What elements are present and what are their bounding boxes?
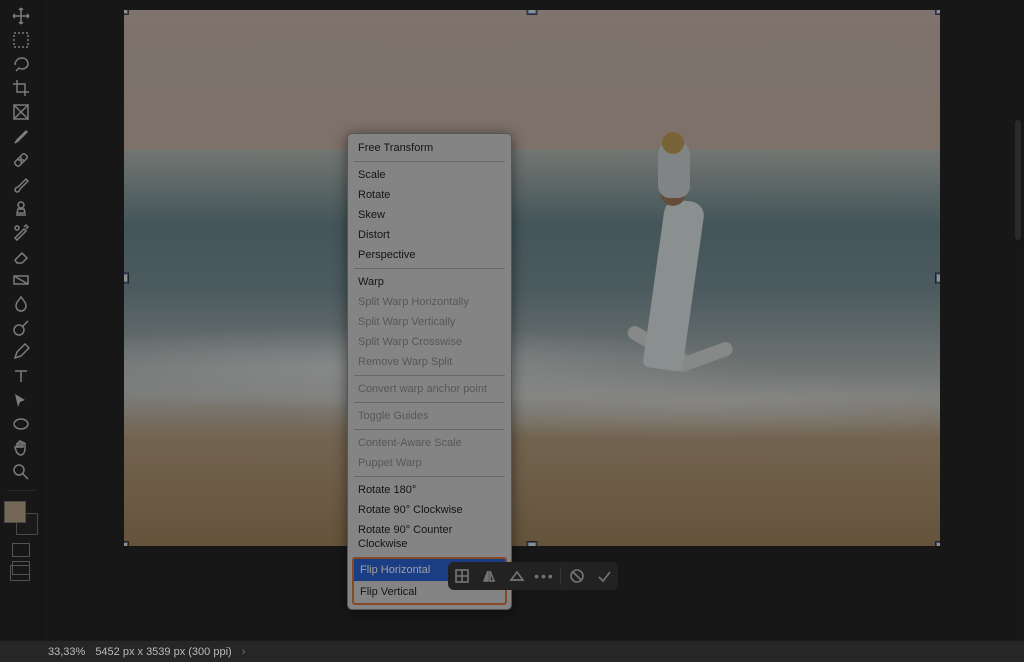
handle-top-right[interactable] <box>936 10 940 14</box>
menu-remove-warp-split: Remove Warp Split <box>348 352 511 372</box>
menu-split-warp-horizontally: Split Warp Horizontally <box>348 292 511 312</box>
handle-top-middle[interactable] <box>528 10 537 14</box>
quickmask-icon[interactable] <box>12 543 30 557</box>
menu-free-transform[interactable]: Free Transform <box>348 138 511 158</box>
warp-icon[interactable] <box>505 564 529 588</box>
handle-bottom-right[interactable] <box>936 542 940 546</box>
cancel-transform-icon[interactable] <box>565 564 589 588</box>
transform-bounding-box[interactable] <box>124 10 940 546</box>
gradient-tool[interactable] <box>6 268 36 292</box>
foreground-color-swatch[interactable] <box>4 501 26 523</box>
type-tool[interactable] <box>6 364 36 388</box>
menu-split-warp-vertically: Split Warp Vertically <box>348 312 511 332</box>
healing-tool[interactable] <box>6 148 36 172</box>
handle-bottom-left[interactable] <box>124 542 128 546</box>
more-options-icon[interactable]: ••• <box>532 564 556 588</box>
menu-scale[interactable]: Scale <box>348 165 511 185</box>
status-more-icon[interactable]: › <box>242 646 246 658</box>
history-brush-tool[interactable] <box>6 220 36 244</box>
lasso-tool[interactable] <box>6 52 36 76</box>
path-tool[interactable] <box>6 388 36 412</box>
marquee-tool[interactable] <box>6 28 36 52</box>
document-image <box>124 10 940 546</box>
commit-transform-icon[interactable] <box>592 564 616 588</box>
crop-tool[interactable] <box>6 76 36 100</box>
menu-rotate-180[interactable]: Rotate 180° <box>348 480 511 500</box>
zoom-level[interactable]: 33,33% <box>48 646 85 658</box>
frame-tool[interactable] <box>6 100 36 124</box>
flip-icon[interactable] <box>477 564 501 588</box>
reference-point-icon[interactable] <box>450 564 474 588</box>
status-bar: 33,33% 5452 px x 3539 px (300 ppi) › <box>0 640 1024 662</box>
menu-skew[interactable]: Skew <box>348 205 511 225</box>
stamp-tool[interactable] <box>6 196 36 220</box>
menu-rotate-90-clockwise[interactable]: Rotate 90° Clockwise <box>348 500 511 520</box>
eyedropper-tool[interactable] <box>6 124 36 148</box>
handle-bottom-middle[interactable] <box>528 542 537 546</box>
menu-perspective[interactable]: Perspective <box>348 245 511 265</box>
menu-convert-warp-anchor-point: Convert warp anchor point <box>348 379 511 399</box>
brush-tool[interactable] <box>6 172 36 196</box>
blur-tool[interactable] <box>6 292 36 316</box>
zoom-tool[interactable] <box>6 460 36 484</box>
menu-distort[interactable]: Distort <box>348 225 511 245</box>
document-dimensions: 5452 px x 3539 px (300 ppi) <box>95 646 231 658</box>
ellipse-tool[interactable] <box>6 412 36 436</box>
menu-content-aware-scale: Content-Aware Scale <box>348 433 511 453</box>
hand-tool[interactable] <box>6 436 36 460</box>
tools-panel <box>0 0 42 640</box>
scrollbar-vertical[interactable] <box>1015 120 1021 240</box>
canvas-area[interactable]: Free Transform ScaleRotateSkewDistortPer… <box>42 0 1024 640</box>
menu-split-warp-crosswise: Split Warp Crosswise <box>348 332 511 352</box>
handle-top-left[interactable] <box>124 10 128 14</box>
transform-context-menu: Free Transform ScaleRotateSkewDistortPer… <box>347 133 512 610</box>
handle-middle-right[interactable] <box>936 274 940 283</box>
transform-options-bar: ••• <box>448 562 618 590</box>
dodge-tool[interactable] <box>6 316 36 340</box>
menu-rotate-90-counter-clockwise[interactable]: Rotate 90° Counter Clockwise <box>348 520 511 554</box>
menu-warp[interactable]: Warp <box>348 272 511 292</box>
color-swatches[interactable] <box>4 501 38 535</box>
pen-tool[interactable] <box>6 340 36 364</box>
handle-middle-left[interactable] <box>124 274 128 283</box>
screenmode-icon[interactable] <box>12 561 30 575</box>
toolbar-separator <box>7 490 35 491</box>
menu-toggle-guides: Toggle Guides <box>348 406 511 426</box>
menu-rotate[interactable]: Rotate <box>348 185 511 205</box>
eraser-tool[interactable] <box>6 244 36 268</box>
move-tool[interactable] <box>6 4 36 28</box>
menu-puppet-warp: Puppet Warp <box>348 453 511 473</box>
